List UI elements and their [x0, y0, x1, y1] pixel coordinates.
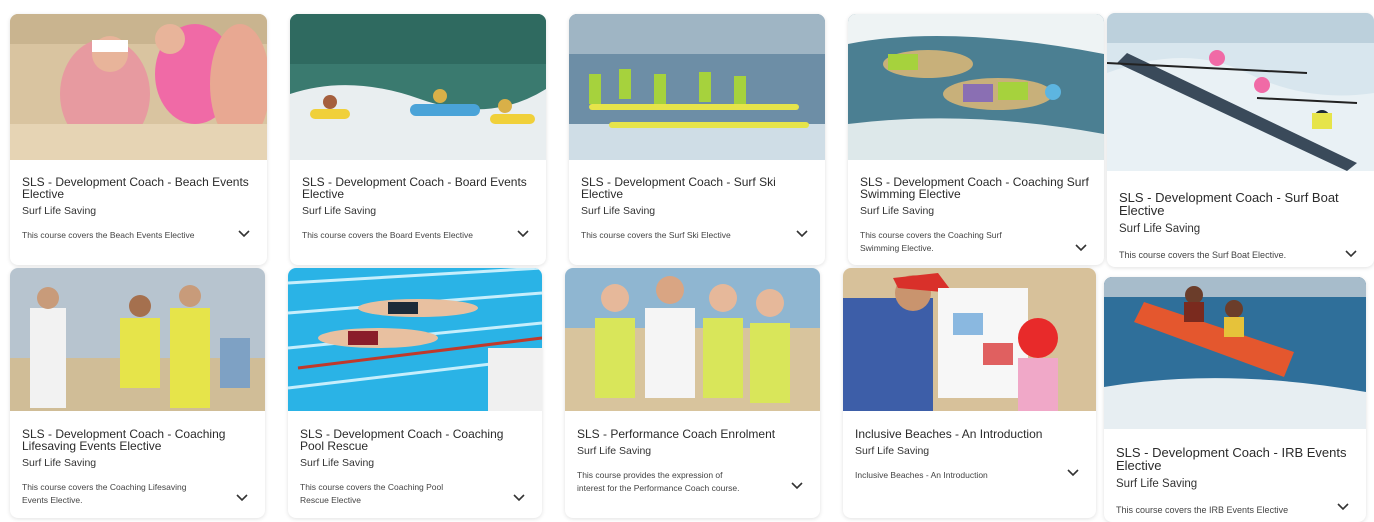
course-description: This course covers the Coaching Surf Swi…: [860, 230, 1002, 253]
course-card[interactable]: SLS - Performance Coach Enrolment Surf L…: [565, 268, 820, 518]
course-provider: Surf Life Saving: [22, 205, 97, 217]
course-image-pool-rescue: [288, 268, 542, 411]
card-body: SLS - Development Coach - Coaching Lifes…: [10, 428, 265, 507]
course-card[interactable]: SLS - Development Coach - Surf Boat Elec…: [1107, 13, 1374, 267]
course-image-performance-coach: [565, 268, 820, 411]
course-description: This course covers the Coaching Lifesavi…: [22, 482, 187, 505]
course-description: This course provides the expression of i…: [577, 470, 740, 493]
course-card[interactable]: SLS - Development Coach - Beach Events E…: [10, 14, 267, 265]
course-card[interactable]: SLS - Development Coach - Coaching Surf …: [848, 14, 1104, 265]
card-body: SLS - Development Coach - Coaching Surf …: [848, 176, 1104, 255]
card-body: SLS - Development Coach - Coaching Pool …: [288, 428, 542, 507]
chevron-down-icon[interactable]: [516, 226, 530, 240]
card-body: Inclusive Beaches - An Introduction Surf…: [843, 428, 1096, 482]
course-provider: Surf Life Saving: [855, 445, 930, 457]
course-image-surf-boat: [1107, 13, 1374, 171]
course-description: This course covers the Beach Events Elec…: [22, 230, 195, 240]
course-description: Inclusive Beaches - An Introduction: [855, 470, 988, 480]
chevron-down-icon[interactable]: [1336, 499, 1350, 513]
course-image-inclusive-beaches: [843, 268, 1096, 411]
card-body: SLS - Performance Coach Enrolment Surf L…: [565, 428, 820, 495]
course-provider: Surf Life Saving: [1116, 478, 1198, 490]
chevron-down-icon[interactable]: [795, 226, 809, 240]
course-description: This course covers the Board Events Elec…: [302, 230, 474, 240]
course-title[interactable]: SLS - Development Coach - Beach Events E…: [22, 176, 255, 200]
chevron-down-icon[interactable]: [512, 490, 526, 504]
card-body: SLS - Development Coach - Beach Events E…: [10, 176, 267, 242]
chevron-down-icon[interactable]: [1074, 240, 1088, 254]
course-card[interactable]: SLS - Development Coach - Coaching Lifes…: [10, 268, 265, 518]
course-image-lifesaving-events: [10, 268, 265, 411]
course-title[interactable]: SLS - Development Coach - Surf Ski Elect…: [581, 176, 813, 200]
course-card[interactable]: Inclusive Beaches - An Introduction Surf…: [843, 268, 1096, 518]
course-title[interactable]: SLS - Development Coach - Board Events E…: [302, 176, 534, 200]
course-provider: Surf Life Saving: [1119, 223, 1201, 235]
course-title[interactable]: Inclusive Beaches - An Introduction: [855, 428, 1084, 440]
course-image-surf-swimming: [848, 14, 1104, 160]
course-title[interactable]: SLS - Development Coach - IRB Events Ele…: [1116, 446, 1354, 472]
chevron-down-icon[interactable]: [1066, 465, 1080, 479]
course-title[interactable]: SLS - Performance Coach Enrolment: [577, 428, 808, 440]
course-card[interactable]: SLS - Development Coach - Surf Ski Elect…: [569, 14, 825, 265]
course-provider: Surf Life Saving: [581, 205, 656, 217]
course-description: This course covers the IRB Events Electi…: [1116, 505, 1289, 515]
chevron-down-icon[interactable]: [237, 226, 251, 240]
course-title[interactable]: SLS - Development Coach - Coaching Pool …: [300, 428, 530, 452]
course-title[interactable]: SLS - Development Coach - Surf Boat Elec…: [1119, 191, 1362, 217]
card-body: SLS - Development Coach - Board Events E…: [290, 176, 546, 242]
course-card[interactable]: SLS - Development Coach - Board Events E…: [290, 14, 546, 265]
course-provider: Surf Life Saving: [22, 457, 97, 469]
course-provider: Surf Life Saving: [302, 205, 377, 217]
course-provider: Surf Life Saving: [860, 205, 935, 217]
course-description: This course covers the Coaching Pool Res…: [300, 482, 444, 505]
course-description: This course covers the Surf Ski Elective: [581, 230, 731, 240]
course-provider: Surf Life Saving: [577, 445, 652, 457]
chevron-down-icon[interactable]: [235, 490, 249, 504]
course-description: This course covers the Surf Boat Electiv…: [1119, 250, 1287, 260]
course-title[interactable]: SLS - Development Coach - Coaching Surf …: [860, 176, 1092, 200]
course-image-board-events: [290, 14, 546, 160]
card-body: SLS - Development Coach - IRB Events Ele…: [1104, 446, 1366, 517]
chevron-down-icon[interactable]: [790, 478, 804, 492]
course-card[interactable]: SLS - Development Coach - Coaching Pool …: [288, 268, 542, 518]
chevron-down-icon[interactable]: [1344, 246, 1358, 260]
course-card[interactable]: SLS - Development Coach - IRB Events Ele…: [1104, 277, 1366, 522]
course-image-irb-events: [1104, 277, 1366, 429]
course-image-surf-ski: [569, 14, 825, 160]
card-body: SLS - Development Coach - Surf Ski Elect…: [569, 176, 825, 242]
course-title[interactable]: SLS - Development Coach - Coaching Lifes…: [22, 428, 253, 452]
card-body: SLS - Development Coach - Surf Boat Elec…: [1107, 191, 1374, 262]
course-provider: Surf Life Saving: [300, 457, 375, 469]
course-image-beach-events: [10, 14, 267, 160]
